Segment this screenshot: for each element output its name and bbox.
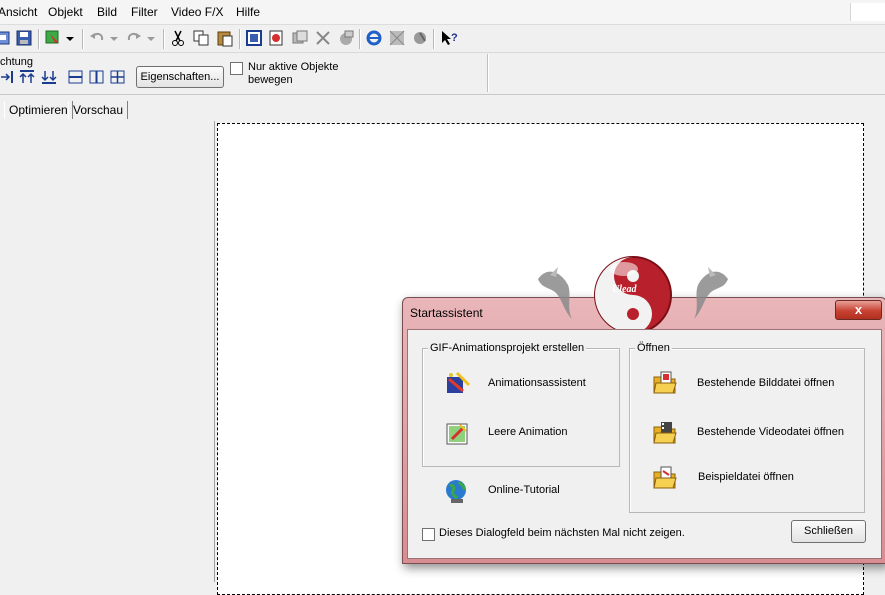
dialog-close-button[interactable]: x bbox=[835, 300, 882, 320]
view-tabs: Optimieren Vorschau bbox=[0, 95, 885, 121]
options-divider bbox=[487, 54, 489, 92]
close-dialog-button[interactable]: Schließen bbox=[791, 520, 866, 543]
active-objects-label-2: bewegen bbox=[248, 74, 293, 86]
optimize-icon[interactable] bbox=[388, 29, 406, 47]
create-group bbox=[422, 348, 620, 467]
center-both-icon[interactable] bbox=[110, 70, 125, 84]
open-sample-folder-icon[interactable] bbox=[651, 464, 679, 492]
open-video-file-link[interactable]: Bestehende Videodatei öffnen bbox=[697, 426, 844, 438]
center-horizontal-icon[interactable] bbox=[89, 70, 104, 84]
active-objects-checkbox[interactable] bbox=[230, 62, 243, 75]
alignment-label: chtung bbox=[0, 56, 34, 68]
align-bottom-icon[interactable] bbox=[41, 70, 57, 84]
main-toolbar: ? bbox=[0, 25, 885, 53]
browser-preview-icon[interactable] bbox=[365, 29, 383, 47]
cut-icon[interactable] bbox=[169, 29, 187, 47]
menu-objekt[interactable]: Objekt bbox=[48, 5, 83, 19]
active-objects-label-1: Nur aktive Objekte bbox=[248, 61, 339, 73]
duplicate-frame-icon[interactable] bbox=[291, 29, 309, 47]
online-tutorial-link[interactable]: Online-Tutorial bbox=[488, 484, 560, 496]
menu-filter[interactable]: Filter bbox=[131, 5, 158, 19]
menu-hilfe[interactable]: Hilfe bbox=[236, 5, 260, 19]
menu-video-fx[interactable]: Video F/X bbox=[171, 5, 223, 19]
open-image-folder-icon[interactable] bbox=[651, 369, 679, 397]
blank-animation-icon[interactable] bbox=[443, 419, 471, 447]
open-group-legend: Öffnen bbox=[635, 342, 672, 354]
crop-icon[interactable] bbox=[337, 29, 355, 47]
window-corner-area bbox=[850, 3, 885, 21]
tab-optimieren[interactable]: Optimieren bbox=[4, 101, 73, 119]
open-image-file-link[interactable]: Bestehende Bilddatei öffnen bbox=[697, 377, 834, 389]
align-top-icon[interactable] bbox=[19, 70, 35, 84]
open-sample-file-link[interactable]: Beispieldatei öffnen bbox=[698, 471, 794, 483]
web-icon[interactable] bbox=[411, 29, 429, 47]
center-vertical-icon[interactable] bbox=[68, 70, 83, 84]
dont-show-checkbox[interactable] bbox=[422, 528, 435, 541]
animation-wizard-link[interactable]: Animationsassistent bbox=[488, 377, 586, 389]
frame-icon[interactable] bbox=[245, 29, 263, 47]
redo-dropdown-icon[interactable] bbox=[145, 29, 157, 47]
chevron-down-icon[interactable] bbox=[64, 29, 76, 47]
wand-icon[interactable] bbox=[443, 369, 471, 397]
resize-icon[interactable] bbox=[314, 29, 332, 47]
frame-panel bbox=[0, 121, 215, 582]
blank-animation-link[interactable]: Leere Animation bbox=[488, 426, 568, 438]
globe-icon[interactable] bbox=[443, 477, 471, 505]
export-icon[interactable] bbox=[0, 29, 12, 47]
save-icon[interactable] bbox=[15, 29, 33, 47]
copy-icon[interactable] bbox=[192, 29, 210, 47]
dont-show-label: Dieses Dialogfeld beim nächsten Mal nich… bbox=[439, 527, 685, 539]
context-help-icon[interactable]: ? bbox=[440, 29, 458, 47]
open-video-folder-icon[interactable] bbox=[651, 419, 679, 447]
menu-bar: Ansicht Objekt Bild Filter Video F/X Hil… bbox=[0, 0, 885, 25]
paste-icon[interactable] bbox=[216, 29, 234, 47]
color-picker-icon[interactable] bbox=[44, 29, 62, 47]
redo-icon[interactable] bbox=[125, 29, 143, 47]
create-group-legend: GIF-Animationsprojekt erstellen bbox=[428, 342, 587, 354]
menu-ansicht[interactable]: Ansicht bbox=[0, 5, 37, 19]
undo-icon[interactable] bbox=[88, 29, 106, 47]
tab-vorschau[interactable]: Vorschau bbox=[68, 101, 129, 119]
dialog-title: Startassistent bbox=[410, 306, 483, 320]
ulead-logo-text: Ulead bbox=[612, 284, 637, 295]
undo-dropdown-icon[interactable] bbox=[108, 29, 120, 47]
menu-bild[interactable]: Bild bbox=[97, 5, 117, 19]
options-bar: chtung Eigenschaften... Nur aktive Objek… bbox=[0, 53, 885, 95]
properties-button[interactable]: Eigenschaften... bbox=[136, 66, 224, 88]
svg-text:?: ? bbox=[451, 32, 458, 44]
align-right-icon[interactable] bbox=[0, 70, 14, 84]
add-frame-icon[interactable] bbox=[267, 29, 285, 47]
